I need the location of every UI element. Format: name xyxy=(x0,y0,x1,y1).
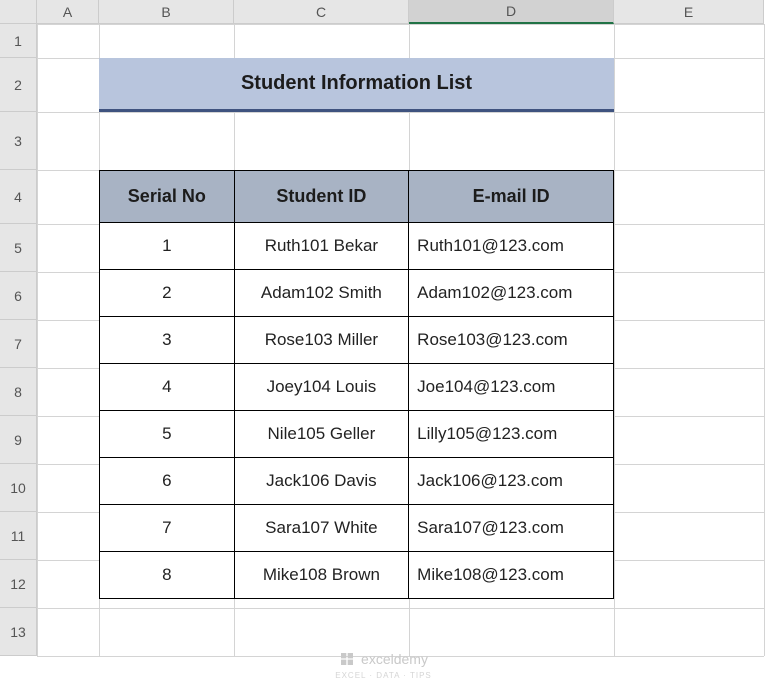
cell-email[interactable]: Jack106@123.com xyxy=(409,458,614,505)
cell-email[interactable]: Rose103@123.com xyxy=(409,317,614,364)
cell-email[interactable]: Lilly105@123.com xyxy=(409,411,614,458)
cell-serial[interactable]: 7 xyxy=(100,505,235,552)
spreadsheet: ABCDE 12345678910111213 Student Informat… xyxy=(0,0,767,695)
cell-email[interactable]: Sara107@123.com xyxy=(409,505,614,552)
table-row: 2Adam102 SmithAdam102@123.com xyxy=(100,270,614,317)
row-header-12[interactable]: 12 xyxy=(0,560,37,608)
column-header-C[interactable]: C xyxy=(234,0,409,24)
row-header-7[interactable]: 7 xyxy=(0,320,37,368)
cell-student-id[interactable]: Ruth101 Bekar xyxy=(234,223,409,270)
cell-student-id[interactable]: Rose103 Miller xyxy=(234,317,409,364)
row-header-2[interactable]: 2 xyxy=(0,58,37,112)
cell-serial[interactable]: 5 xyxy=(100,411,235,458)
cell-serial[interactable]: 3 xyxy=(100,317,235,364)
title-cell[interactable]: Student Information List xyxy=(99,58,614,112)
row-header-5[interactable]: 5 xyxy=(0,224,37,272)
column-header-E[interactable]: E xyxy=(614,0,764,24)
cell-email[interactable]: Mike108@123.com xyxy=(409,552,614,599)
row-header-8[interactable]: 8 xyxy=(0,368,37,416)
header-email-id[interactable]: E-mail ID xyxy=(409,171,614,223)
table-row: 8Mike108 BrownMike108@123.com xyxy=(100,552,614,599)
gridline xyxy=(37,608,764,609)
cell-email[interactable]: Joe104@123.com xyxy=(409,364,614,411)
cell-student-id[interactable]: Joey104 Louis xyxy=(234,364,409,411)
cell-student-id[interactable]: Mike108 Brown xyxy=(234,552,409,599)
row-header-10[interactable]: 10 xyxy=(0,464,37,512)
cell-serial[interactable]: 4 xyxy=(100,364,235,411)
table-header-row: Serial No Student ID E-mail ID xyxy=(100,171,614,223)
title-text: Student Information List xyxy=(241,72,472,95)
row-header-13[interactable]: 13 xyxy=(0,608,37,656)
column-header-A[interactable]: A xyxy=(37,0,99,24)
column-headers: ABCDE xyxy=(37,0,764,24)
cell-serial[interactable]: 2 xyxy=(100,270,235,317)
select-all-corner[interactable] xyxy=(0,0,37,24)
cell-student-id[interactable]: Sara107 White xyxy=(234,505,409,552)
row-header-1[interactable]: 1 xyxy=(0,24,37,58)
cell-student-id[interactable]: Nile105 Geller xyxy=(234,411,409,458)
row-header-11[interactable]: 11 xyxy=(0,512,37,560)
gridline xyxy=(37,24,764,25)
cell-email[interactable]: Ruth101@123.com xyxy=(409,223,614,270)
table-row: 7Sara107 WhiteSara107@123.com xyxy=(100,505,614,552)
gridline xyxy=(614,24,615,656)
table-row: 3Rose103 MillerRose103@123.com xyxy=(100,317,614,364)
column-header-B[interactable]: B xyxy=(99,0,234,24)
table-row: 1Ruth101 BekarRuth101@123.com xyxy=(100,223,614,270)
watermark-text: exceldemy xyxy=(361,651,428,667)
watermark: exceldemy xyxy=(0,651,767,667)
grid-area[interactable]: Student Information List Serial No Stude… xyxy=(37,24,764,656)
table-body: 1Ruth101 BekarRuth101@123.com2Adam102 Sm… xyxy=(100,223,614,599)
data-table: Serial No Student ID E-mail ID 1Ruth101 … xyxy=(99,170,614,599)
cell-serial[interactable]: 1 xyxy=(100,223,235,270)
table-row: 4Joey104 LouisJoe104@123.com xyxy=(100,364,614,411)
watermark-sub: EXCEL · DATA · TIPS xyxy=(0,671,767,680)
header-serial-no[interactable]: Serial No xyxy=(100,171,235,223)
row-header-6[interactable]: 6 xyxy=(0,272,37,320)
table-row: 6Jack106 DavisJack106@123.com xyxy=(100,458,614,505)
cell-serial[interactable]: 8 xyxy=(100,552,235,599)
table-row: 5Nile105 GellerLilly105@123.com xyxy=(100,411,614,458)
column-header-D[interactable]: D xyxy=(409,0,614,24)
cell-serial[interactable]: 6 xyxy=(100,458,235,505)
gridline xyxy=(37,112,764,113)
header-student-id[interactable]: Student ID xyxy=(234,171,409,223)
row-headers: 12345678910111213 xyxy=(0,24,37,656)
logo-icon xyxy=(339,651,355,667)
row-header-3[interactable]: 3 xyxy=(0,112,37,170)
gridline xyxy=(37,24,38,656)
cell-email[interactable]: Adam102@123.com xyxy=(409,270,614,317)
row-header-9[interactable]: 9 xyxy=(0,416,37,464)
cell-student-id[interactable]: Adam102 Smith xyxy=(234,270,409,317)
cell-student-id[interactable]: Jack106 Davis xyxy=(234,458,409,505)
gridline xyxy=(764,24,765,656)
data-table-container: Serial No Student ID E-mail ID 1Ruth101 … xyxy=(99,170,614,599)
row-header-4[interactable]: 4 xyxy=(0,170,37,224)
